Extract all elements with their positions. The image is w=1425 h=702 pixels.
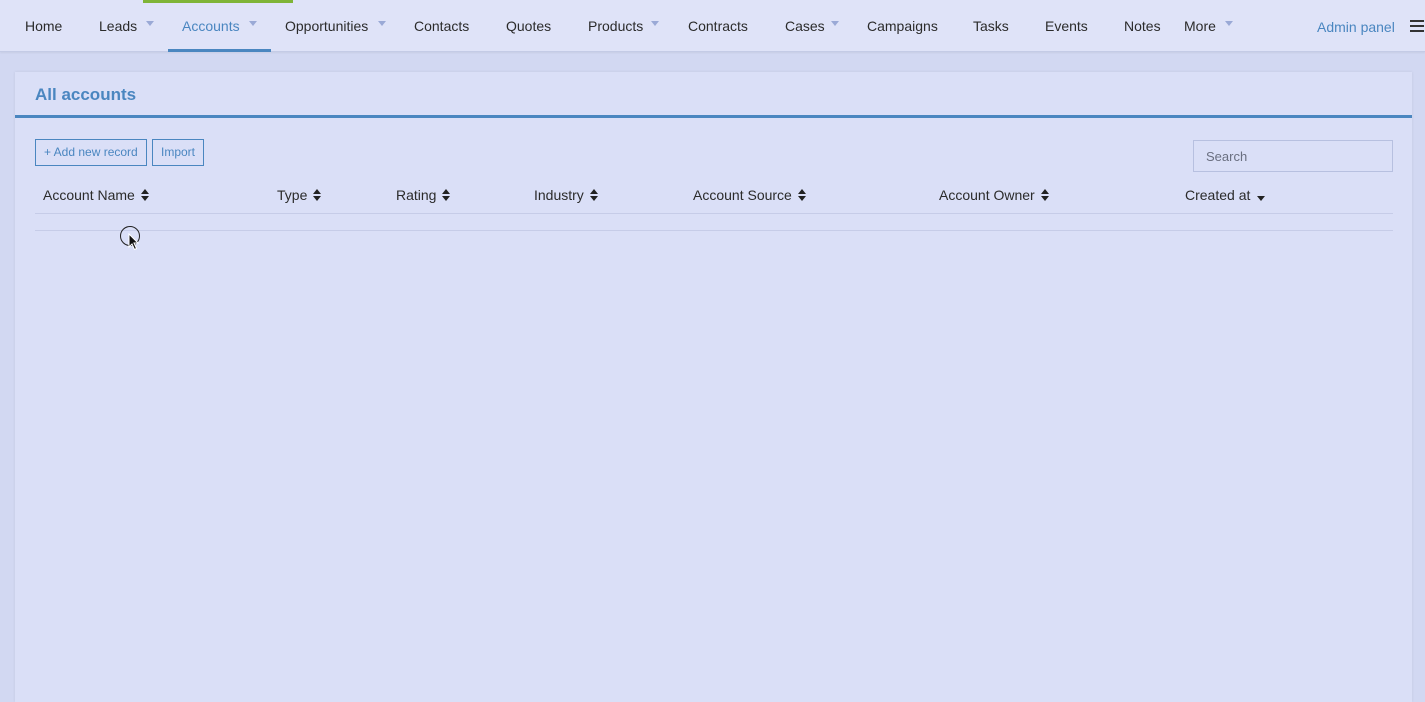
panel-header: All accounts xyxy=(15,72,1412,118)
chevron-down-icon xyxy=(651,21,659,26)
column-header-type[interactable]: Type xyxy=(277,187,322,203)
chevron-down-icon xyxy=(249,21,257,26)
nav-item-label: Accounts xyxy=(182,18,240,34)
column-header-account-owner[interactable]: Account Owner xyxy=(939,187,1049,203)
nav-item-quotes[interactable]: Quotes xyxy=(506,0,551,52)
nav-item-notes[interactable]: Notes xyxy=(1124,0,1161,52)
search-input[interactable] xyxy=(1193,140,1393,172)
nav-item-cases[interactable]: Cases xyxy=(785,0,840,52)
nav-item-label: Campaigns xyxy=(867,18,938,34)
active-tab-indicator xyxy=(168,49,271,52)
column-header-account-source[interactable]: Account Source xyxy=(693,187,806,203)
hamburger-icon[interactable] xyxy=(1410,20,1424,32)
nav-item-events[interactable]: Events xyxy=(1045,0,1088,52)
nav-item-label: Contacts xyxy=(414,18,470,34)
nav-item-contracts[interactable]: Contracts xyxy=(688,0,748,52)
nav-item-label: Cases xyxy=(785,18,825,34)
nav-item-accounts[interactable]: Accounts xyxy=(182,0,258,52)
nav-item-label: Quotes xyxy=(506,18,552,34)
table-header-divider xyxy=(35,213,1393,214)
column-header-label: Account Source xyxy=(693,187,792,203)
nav-item-label: Notes xyxy=(1124,18,1161,34)
column-header-label: Type xyxy=(277,187,308,203)
accounts-panel: All accounts + Add new record Import Acc… xyxy=(15,72,1412,702)
chevron-down-icon xyxy=(378,21,386,26)
column-header-label: Industry xyxy=(534,187,584,203)
nav-item-label: Tasks xyxy=(973,18,1009,34)
chevron-down-icon xyxy=(1225,21,1233,26)
nav-item-home[interactable]: Home xyxy=(25,0,62,52)
nav-item-label: Contracts xyxy=(688,18,748,34)
sort-icon xyxy=(313,189,322,201)
column-header-label: Rating xyxy=(396,187,437,203)
nav-item-label: Leads xyxy=(99,18,138,34)
add-new-record-button[interactable]: + Add new record xyxy=(35,139,147,166)
column-header-created-at[interactable]: Created at xyxy=(1185,187,1266,203)
page-title: All accounts xyxy=(35,85,137,104)
table-row xyxy=(35,230,1393,231)
column-header-label: Account Name xyxy=(43,187,135,203)
sort-icon xyxy=(140,189,149,201)
sort-descending-icon xyxy=(1257,196,1266,201)
mouse-cursor-icon xyxy=(128,233,140,251)
chevron-down-icon xyxy=(146,21,154,26)
nav-item-products[interactable]: Products xyxy=(588,0,660,52)
column-header-account-name[interactable]: Account Name xyxy=(43,187,149,203)
column-header-rating[interactable]: Rating xyxy=(396,187,451,203)
nav-item-leads[interactable]: Leads xyxy=(99,0,155,52)
chevron-down-icon xyxy=(831,21,839,26)
nav-item-label: Products xyxy=(588,18,644,34)
admin-panel-link[interactable]: Admin panel xyxy=(1317,0,1395,52)
nav-item-opportunities[interactable]: Opportunities xyxy=(285,0,387,52)
nav-item-campaigns[interactable]: Campaigns xyxy=(867,0,938,52)
nav-item-contacts[interactable]: Contacts xyxy=(414,0,469,52)
nav-item-label: Home xyxy=(25,18,63,34)
import-button[interactable]: Import xyxy=(152,139,205,166)
nav-item-label: Opportunities xyxy=(285,18,369,34)
sort-icon xyxy=(589,189,598,201)
top-navigation: Home Leads Accounts Opportunities Contac… xyxy=(0,0,1425,52)
nav-item-label: More xyxy=(1184,18,1216,34)
sort-icon xyxy=(442,189,451,201)
column-header-label: Created at xyxy=(1185,187,1251,203)
nav-item-label: Events xyxy=(1045,18,1088,34)
sort-icon xyxy=(797,189,806,201)
column-header-industry[interactable]: Industry xyxy=(534,187,598,203)
nav-item-tasks[interactable]: Tasks xyxy=(973,0,1009,52)
nav-item-more[interactable]: More xyxy=(1184,0,1234,52)
column-header-label: Account Owner xyxy=(939,187,1035,203)
sort-icon xyxy=(1040,189,1049,201)
